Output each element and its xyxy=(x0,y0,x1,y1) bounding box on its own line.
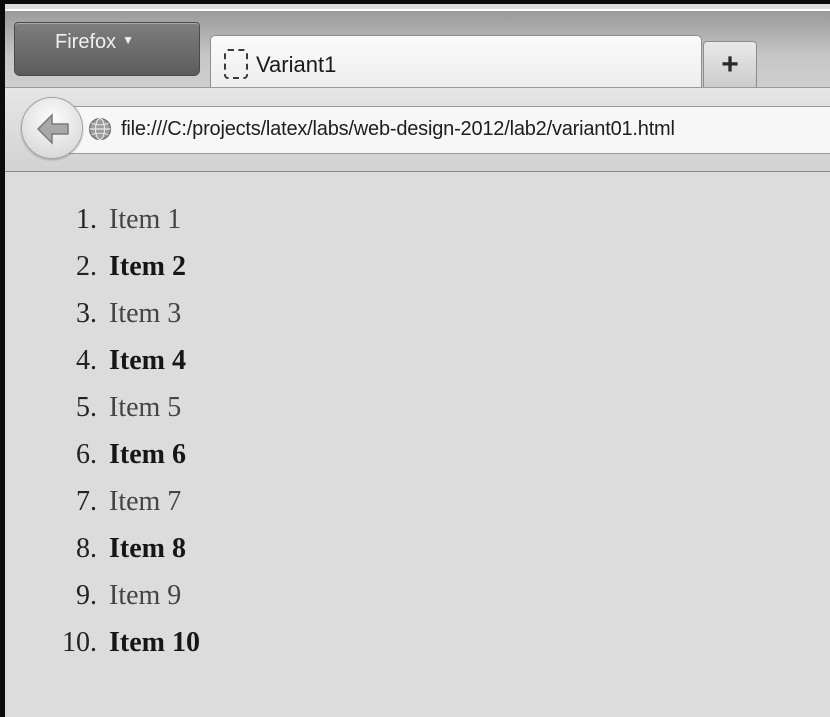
list-item: 8. Item 8 xyxy=(5,525,200,572)
firefox-menu-label: Firefox xyxy=(55,31,117,53)
list-item-number: 6. xyxy=(76,439,97,470)
list-item-number: 7. xyxy=(76,486,97,517)
list-item: 1. Item 1 xyxy=(5,196,200,243)
back-button[interactable] xyxy=(21,97,83,159)
tab-title: Variant1 xyxy=(256,52,337,77)
blank-page-icon xyxy=(224,49,248,79)
list-item-number: 8. xyxy=(76,533,97,564)
list-item-label: Item 2 xyxy=(109,251,186,282)
list-item: 7. Item 7 xyxy=(5,478,200,525)
list-item-label: Item 3 xyxy=(109,298,182,329)
page-content: 1. Item 1 2. Item 2 3. Item 3 4. Item 4 5. Item 5… xyxy=(5,172,830,717)
list-item: 5. Item 5 xyxy=(5,384,200,431)
list-item: 10. Item 10 xyxy=(5,619,200,666)
list-item-label: Item 8 xyxy=(109,533,186,564)
tab-variant1[interactable]: Variant1 xyxy=(210,35,702,95)
list-item-number: 4. xyxy=(76,345,97,376)
globe-icon xyxy=(88,117,112,141)
new-tab-button[interactable]: + xyxy=(703,41,757,91)
list-item-number: 10. xyxy=(62,627,97,658)
ordered-list: 1. Item 1 2. Item 2 3. Item 3 4. Item 4 5. Item 5… xyxy=(5,196,200,666)
browser-window: Firefox ▼ Variant1 + file:///C:/projects/… xyxy=(0,0,830,717)
navigation-toolbar: file:///C:/projects/latex/labs/web-desig… xyxy=(5,87,830,172)
list-item-label: Item 6 xyxy=(109,439,186,470)
list-item: 4. Item 4 xyxy=(5,337,200,384)
list-item-label: Item 7 xyxy=(109,486,182,517)
list-item: 9. Item 9 xyxy=(5,572,200,619)
back-arrow-icon xyxy=(36,113,69,145)
list-item-label: Item 5 xyxy=(109,392,182,423)
list-item-label: Item 1 xyxy=(109,204,182,235)
list-item-number: 3. xyxy=(76,298,97,329)
chevron-down-icon: ▼ xyxy=(122,33,135,47)
list-item-number: 1. xyxy=(76,204,97,235)
list-item: 3. Item 3 xyxy=(5,290,200,337)
list-item-number: 2. xyxy=(76,251,97,282)
list-item: 6. Item 6 xyxy=(5,431,200,478)
list-item: 2. Item 2 xyxy=(5,243,200,290)
list-item-number: 5. xyxy=(76,392,97,423)
firefox-menu-button[interactable]: Firefox ▼ xyxy=(14,22,200,76)
list-item-number: 9. xyxy=(76,580,97,611)
url-text[interactable]: file:///C:/projects/latex/labs/web-desig… xyxy=(121,118,675,141)
list-item-label: Item 4 xyxy=(109,345,186,376)
list-item-label: Item 10 xyxy=(109,627,200,658)
list-item-label: Item 9 xyxy=(109,580,182,611)
tab-strip: Firefox ▼ Variant1 + xyxy=(5,11,830,95)
